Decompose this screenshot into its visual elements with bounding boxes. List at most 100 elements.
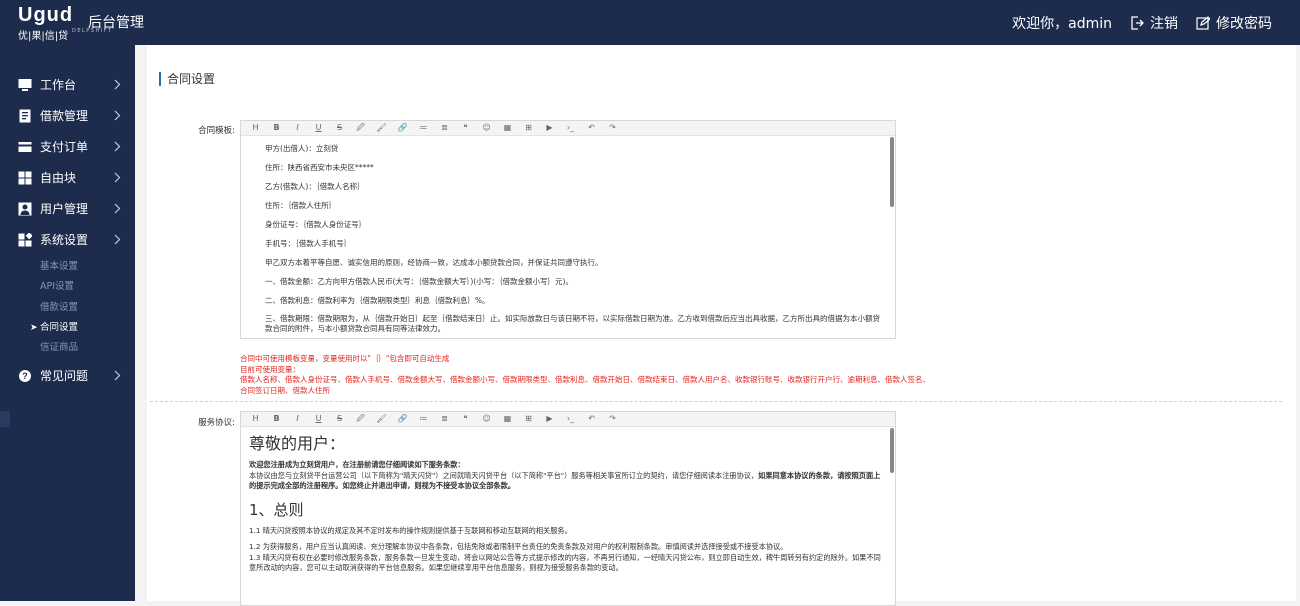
heading-icon[interactable]: H — [250, 413, 262, 425]
submenu-item-api[interactable]: API设置 — [0, 277, 135, 297]
service-agreement-editor[interactable]: H B I U S 🖉 🖌 🔗 ≔ ≣ ❝ ☺ ▦ ⊞ ▶ ›_ ↶ ↷ 尊敬的… — [240, 411, 896, 606]
quote-icon[interactable]: ❝ — [460, 122, 472, 134]
chevron-right-icon — [114, 371, 121, 381]
logout-button[interactable]: 注销 — [1130, 13, 1178, 33]
align-icon[interactable]: ≣ — [439, 122, 451, 134]
italic-icon[interactable]: I — [292, 413, 304, 425]
sidebar-item-label: 工作台 — [40, 78, 77, 92]
bold-icon[interactable]: B — [271, 122, 283, 134]
redo-icon[interactable]: ↷ — [607, 413, 619, 425]
hint-line: 合同中可使用模板变量，变量使用时以"｛｝"包含即可自动生成 — [240, 354, 450, 363]
svg-text:?: ? — [22, 371, 28, 381]
list-icon[interactable]: ≔ — [418, 413, 430, 425]
bold-icon[interactable]: B — [271, 413, 283, 425]
undo-icon[interactable]: ↶ — [586, 413, 598, 425]
help-icon: ? — [19, 369, 31, 382]
sidebar: 工作台 借款管理 支付订单 自由块 用户管理 系统设置 基本设置 API设置 借… — [0, 45, 135, 601]
editor-toolbar: H B I U S 🖉 🖌 🔗 ≔ ≣ ❝ ☺ ▦ ⊞ ▶ ›_ ↶ ↷ — [241, 121, 895, 136]
welcome-text: 欢迎你，admin — [1012, 15, 1112, 32]
contract-line: 一、借款金额：乙方向甲方借款人民币(大写：｛借款金额大写｝)(小写：｛借款金额小… — [265, 277, 573, 286]
link-icon[interactable]: 🔗 — [397, 413, 409, 425]
bg-color-icon[interactable]: 🖌 — [376, 122, 388, 134]
sidebar-item-workbench[interactable]: 工作台 — [0, 69, 135, 100]
service-section-title: 1、总则 — [249, 500, 304, 519]
chevron-right-icon — [114, 234, 121, 245]
code-icon[interactable]: ›_ — [565, 122, 577, 134]
emoji-icon[interactable]: ☺ — [481, 413, 493, 425]
emoji-icon[interactable]: ☺ — [481, 122, 493, 134]
submenu-item-label: 合同设置 — [40, 321, 79, 333]
chevron-right-icon — [114, 110, 121, 121]
change-password-button[interactable]: 修改密码 — [1196, 13, 1272, 33]
service-agreement-body[interactable]: 尊敬的用户： 欢迎您注册成为立刻贷用户，在注册前请您仔细阅读如下服务条款： 本协… — [241, 427, 895, 574]
undo-icon[interactable]: ↶ — [586, 122, 598, 134]
edit-icon — [1196, 15, 1210, 30]
link-icon[interactable]: 🔗 — [397, 122, 409, 134]
template-variables-hint: 合同中可使用模板变量，变量使用时以"｛｝"包含即可自动生成 目前可使用变量： 借… — [240, 354, 1000, 396]
contract-line: 身份证号：｛借款人身份证号｝ — [265, 220, 367, 229]
underline-icon[interactable]: U — [313, 122, 325, 134]
italic-icon[interactable]: I — [292, 122, 304, 134]
video-icon[interactable]: ▶ — [544, 413, 556, 425]
image-icon[interactable]: ▦ — [502, 413, 514, 425]
align-icon[interactable]: ≣ — [439, 413, 451, 425]
sidebar-item-label: 借款管理 — [40, 109, 89, 123]
submenu-item-contract-active[interactable]: ➤ 合同设置 — [0, 318, 135, 338]
table-icon[interactable]: ⊞ — [523, 413, 535, 425]
service-paragraph: 1.2 为获得服务，用户应当认真阅读、充分理解本协议中各条款，包括免除或者限制平… — [249, 542, 788, 551]
video-icon[interactable]: ▶ — [544, 122, 556, 134]
contract-line: 住所：｛借款人住所｝ — [265, 201, 337, 210]
contract-line: 乙方(借款人)：｛借款人名称｝ — [265, 182, 365, 191]
sidebar-item-label: 系统设置 — [40, 233, 89, 247]
top-header: Ugud 优|果|信|贷 DELPSHIFT 后台管理 欢迎你，admin 注销… — [0, 0, 1300, 45]
code-icon[interactable]: ›_ — [565, 413, 577, 425]
text-color-icon[interactable]: 🖉 — [355, 413, 367, 425]
quote-icon[interactable]: ❝ — [460, 413, 472, 425]
submenu-item-credit-goods[interactable]: 信证商品 — [0, 338, 135, 358]
service-paragraph: 1.1 晴天闪贷按照本协议的规定及其不定时发布的操作规则提供基于互联网和移动互联… — [249, 525, 572, 535]
image-icon[interactable]: ▦ — [502, 122, 514, 134]
card-icon — [18, 141, 32, 152]
change-password-label: 修改密码 — [1216, 15, 1272, 32]
sidebar-item-users[interactable]: 用户管理 — [0, 193, 135, 224]
logo[interactable]: Ugud 优|果|信|贷 DELPSHIFT 后台管理 — [18, 4, 144, 42]
contract-paragraph: 三、借款期限：借款期限为，从｛借款开始日｝起至｛借款结束日｝止。如实际放款日与该… — [265, 314, 880, 333]
contract-editor-scrollbar[interactable] — [890, 137, 894, 207]
sidebar-item-free-blocks[interactable]: 自由块 — [0, 162, 135, 193]
header-actions: 欢迎你，admin 注销 修改密码 — [994, 0, 1272, 45]
sidebar-item-payments[interactable]: 支付订单 — [0, 131, 135, 162]
submenu-item-basic[interactable]: 基本设置 — [0, 257, 135, 277]
bg-color-icon[interactable]: 🖌 — [376, 413, 388, 425]
monitor-icon — [18, 78, 32, 91]
app-title: 后台管理 — [88, 15, 144, 31]
service-editor-scrollbar[interactable] — [890, 428, 894, 473]
sidebar-item-faq[interactable]: ? 常见问题 — [0, 360, 135, 391]
contract-line: 二、借款利息：借款利率为｛借款期限类型｝利息｛借款利息｝%。 — [265, 296, 490, 305]
submenu-item-loan-settings[interactable]: 借款设置 — [0, 298, 135, 318]
section-divider — [150, 401, 1282, 402]
active-arrow-icon: ➤ — [30, 322, 38, 333]
text-color-icon[interactable]: 🖉 — [355, 122, 367, 134]
strikethrough-icon[interactable]: S — [334, 413, 346, 425]
list-icon[interactable]: ≔ — [418, 122, 430, 134]
contract-template-editor[interactable]: H B I U S 🖉 🖌 🔗 ≔ ≣ ❝ ☺ ▦ ⊞ ▶ ›_ ↶ ↷ 甲方(… — [240, 120, 896, 339]
grid-icon — [18, 171, 32, 184]
chevron-right-icon — [114, 172, 121, 183]
underline-icon[interactable]: U — [313, 413, 325, 425]
contract-template-body[interactable]: 甲方(出借人)：立刻贷 住所：陕西省西安市未央区***** 乙方(借款人)：｛借… — [241, 136, 895, 334]
editor-toolbar: H B I U S 🖉 🖌 🔗 ≔ ≣ ❝ ☺ ▦ ⊞ ▶ ›_ ↶ ↷ — [241, 412, 895, 427]
service-paragraph: 1.3 晴天闪贷有权在必要时修改服务条款，服务条款一旦发生变动，将会以网站公告等… — [249, 552, 881, 573]
logo-mark: Ugud — [18, 4, 74, 26]
table-icon[interactable]: ⊞ — [523, 122, 535, 134]
sidebar-item-system-settings[interactable]: 系统设置 — [0, 224, 135, 255]
strikethrough-icon[interactable]: S — [334, 122, 346, 134]
redo-icon[interactable]: ↷ — [607, 122, 619, 134]
contract-line: 住所：陕西省西安市未央区***** — [265, 163, 374, 172]
service-intro: 本协议由您与立刻贷平台运营公司（以下简称为"晴天闪贷"）之间就晴天闪贷平台（以下… — [249, 471, 885, 492]
heading-icon[interactable]: H — [250, 122, 262, 134]
service-intro-bold: 欢迎您注册成为立刻贷用户，在注册前请您仔细阅读如下服务条款： — [249, 460, 465, 469]
sidebar-item-loans[interactable]: 借款管理 — [0, 100, 135, 131]
contract-line: 甲乙双方本着平等自愿、诚实信用的原则，经协商一致，达成本小额贷款合同，并保证共同… — [265, 258, 603, 267]
contract-template-label: 合同模板: — [198, 126, 235, 136]
sidebar-collapse-handle[interactable] — [0, 411, 10, 427]
